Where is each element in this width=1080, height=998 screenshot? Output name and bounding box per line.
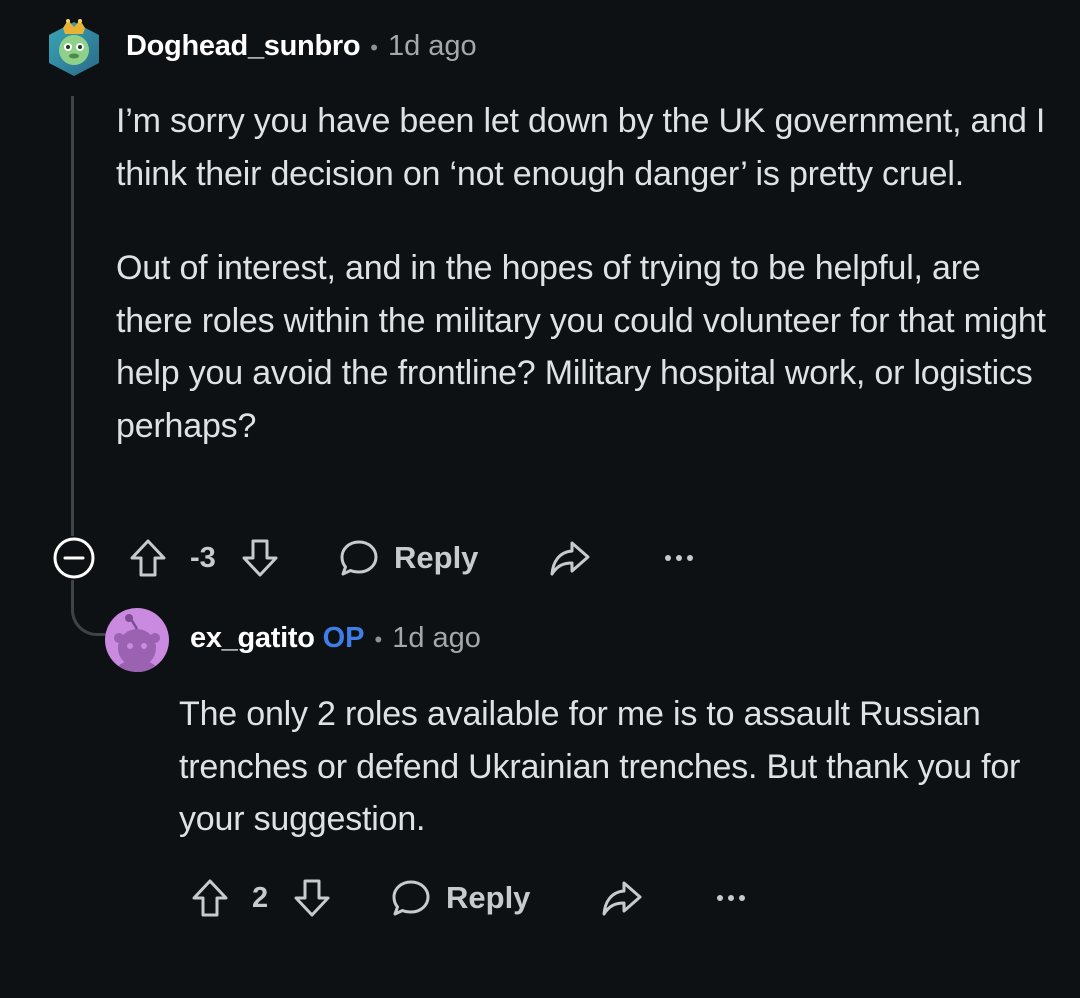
thread-connector: [71, 580, 108, 636]
comment-meta: ex_gatito OP • 1d ago: [190, 622, 481, 655]
more-options-button[interactable]: [716, 873, 746, 923]
thread-line: [71, 96, 74, 536]
comment-bubble-icon: [392, 880, 430, 916]
upvote-icon: [130, 539, 166, 577]
downvote-button[interactable]: [292, 873, 332, 923]
username[interactable]: ex_gatito: [190, 622, 315, 655]
comment-meta: Doghead_sunbro • 1d ago: [126, 30, 477, 63]
more-options-button[interactable]: [664, 533, 694, 583]
comment-bubble-icon: [340, 540, 378, 576]
comment-paragraph: The only 2 roles available for me is to …: [179, 695, 1021, 838]
comment-paragraph: I’m sorry you have been let down by the …: [116, 102, 1046, 193]
reply-button[interactable]: Reply: [338, 533, 478, 583]
downvote-icon: [294, 879, 330, 917]
user-avatar[interactable]: [105, 608, 169, 672]
snoo-avatar-icon: [49, 19, 99, 76]
more-options-icon: [665, 555, 693, 561]
share-icon: [602, 881, 642, 916]
vote-score: 2: [252, 881, 269, 914]
comment-body: The only 2 roles available for me is to …: [179, 688, 1059, 846]
downvote-icon: [242, 539, 278, 577]
op-badge: OP: [322, 622, 365, 654]
upvote-button[interactable]: [128, 533, 168, 583]
username[interactable]: Doghead_sunbro: [126, 30, 361, 63]
timestamp: 1d ago: [392, 622, 481, 654]
share-button[interactable]: [548, 533, 592, 583]
downvote-button[interactable]: [240, 533, 280, 583]
comment-paragraph: Out of interest, and in the hopes of try…: [116, 249, 1046, 445]
comment-body: I’m sorry you have been let down by the …: [116, 95, 1056, 452]
upvote-button[interactable]: [190, 873, 230, 923]
reply-button[interactable]: Reply: [390, 873, 530, 923]
timestamp: 1d ago: [387, 30, 477, 62]
reply-label: Reply: [394, 540, 479, 575]
collapse-icon: [53, 537, 95, 579]
vote-score: -3: [190, 541, 216, 574]
collapse-button[interactable]: [52, 533, 96, 583]
share-icon: [550, 541, 590, 576]
comment-actions: -3 Reply: [0, 533, 1080, 583]
separator-dot: •: [370, 35, 378, 60]
snoo-avatar-icon: [114, 614, 160, 672]
upvote-icon: [192, 879, 228, 917]
user-avatar[interactable]: [46, 16, 102, 78]
more-options-icon: [717, 895, 745, 901]
comment-actions: 2 Reply: [0, 873, 1080, 923]
separator-dot: •: [374, 627, 383, 652]
reply-label: Reply: [446, 880, 531, 915]
share-button[interactable]: [600, 873, 644, 923]
